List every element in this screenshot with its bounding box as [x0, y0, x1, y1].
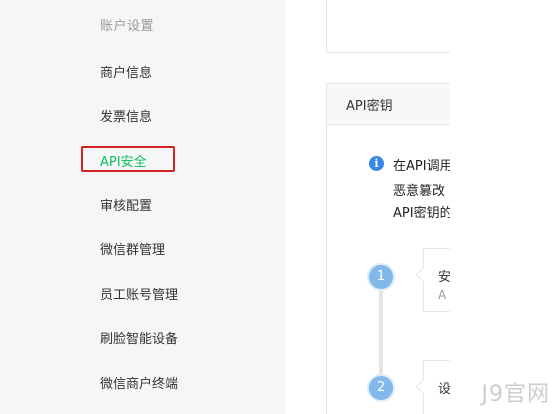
- step-card-arrow: [415, 266, 432, 283]
- step-number-badge: 2: [367, 374, 395, 402]
- page: 账户设置 商户信息 发票信息 API安全 审核配置 微信群管理 员工账号管理 刷…: [0, 0, 556, 414]
- info-line: 恶意篡改: [393, 184, 446, 199]
- info-icon: i: [369, 156, 384, 171]
- sidebar-item-invoice-info[interactable]: 发票信息: [100, 106, 152, 125]
- sidebar-item-face-devices[interactable]: 刷脸智能设备: [100, 328, 178, 347]
- api-card-title: API密钥: [346, 99, 393, 114]
- sidebar-item-wechat-terminal[interactable]: 微信商户终端: [100, 373, 178, 392]
- highlight-box: [81, 146, 175, 172]
- step-subtitle: A: [438, 288, 447, 302]
- blank-area: [450, 0, 556, 414]
- sidebar: 账户设置 商户信息 发票信息 API安全 审核配置 微信群管理 员工账号管理 刷…: [0, 0, 286, 414]
- sidebar-section-title: 账户设置: [100, 19, 155, 34]
- api-key-card: API密钥 i 在API调用 恶意篡改 API密钥的 1 安 A 2 设: [326, 83, 464, 414]
- sidebar-item-staff-accounts[interactable]: 员工账号管理: [100, 284, 178, 303]
- step-number-badge: 1: [367, 263, 395, 291]
- top-card: [326, 0, 451, 53]
- info-line: 在API调用: [393, 159, 453, 174]
- step-card-arrow: [415, 378, 432, 395]
- sidebar-item-wechat-group[interactable]: 微信群管理: [100, 239, 165, 258]
- sidebar-item-merchant-info[interactable]: 商户信息: [100, 62, 152, 81]
- api-card-header: API密钥: [327, 84, 451, 125]
- info-line: API密钥的: [393, 206, 453, 221]
- watermark: J9官网: [481, 382, 550, 407]
- sidebar-item-review-config[interactable]: 审核配置: [100, 195, 152, 214]
